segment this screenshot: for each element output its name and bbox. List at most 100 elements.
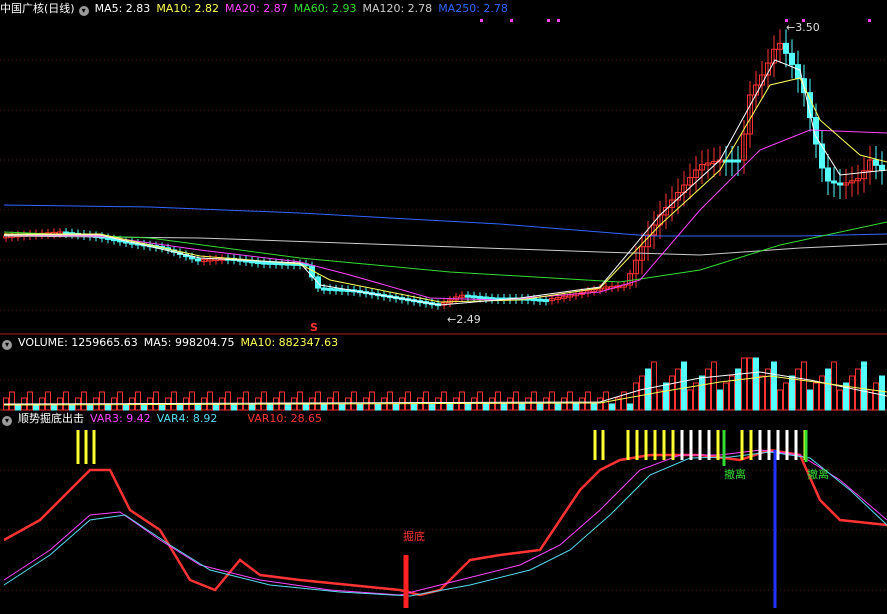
- volume-bar: [519, 403, 525, 411]
- volume-bar: [723, 382, 729, 411]
- volume-bar: [483, 403, 489, 411]
- candle-body: [783, 42, 789, 54]
- candle-body: [879, 164, 885, 172]
- candle-body: [255, 261, 261, 265]
- volume-ma5-value: MA5: 998204.75: [143, 336, 235, 349]
- volume-bar: [411, 403, 417, 411]
- volume-bar: [789, 375, 795, 411]
- volume-bar: [321, 403, 327, 411]
- volume-bar: [333, 391, 339, 411]
- volume-bar: [357, 403, 363, 411]
- volume-bar: [777, 389, 783, 411]
- candle-body: [333, 288, 339, 292]
- candle-body: [789, 52, 795, 66]
- volume-bar: [879, 375, 885, 411]
- volume-bar: [303, 403, 309, 411]
- volume-bar: [507, 397, 513, 411]
- chevron-down-icon[interactable]: ▾: [78, 6, 89, 16]
- candle-body: [825, 167, 831, 182]
- bottom-signal-label: 掘底: [403, 530, 425, 543]
- volume-bar: [573, 403, 579, 411]
- stock-title: 中国广核(日线): [0, 2, 75, 15]
- ma120-value: MA120: 2.78: [362, 2, 433, 15]
- volume-bar: [453, 397, 459, 411]
- indicator-title: 顺势掘底出击: [18, 412, 84, 425]
- volume-bar: [207, 391, 213, 411]
- volume-bar: [609, 403, 615, 411]
- candle-body: [729, 159, 735, 163]
- volume-bar: [567, 391, 573, 411]
- volume-bar: [9, 391, 15, 411]
- candle-body: [477, 295, 483, 299]
- signal-dot: [480, 19, 483, 22]
- volume-bar: [663, 382, 669, 411]
- volume-bar: [225, 391, 231, 411]
- volume-bar: [267, 403, 273, 411]
- volume-bar: [645, 368, 651, 411]
- candle-body: [873, 159, 879, 166]
- candle-body: [483, 296, 489, 300]
- volume-bar: [63, 391, 69, 411]
- volume-bar: [849, 375, 855, 411]
- volume-bar: [45, 391, 51, 411]
- volume-bar: [795, 368, 801, 411]
- volume-bar: [837, 389, 843, 411]
- volume-bar: [549, 391, 555, 411]
- volume-bar: [501, 403, 507, 411]
- volume-bar: [405, 391, 411, 411]
- volume-bar: [681, 361, 687, 411]
- volume-bar: [801, 361, 807, 411]
- volume-bar: [717, 389, 723, 411]
- candle-body: [273, 262, 279, 266]
- candle-body: [831, 180, 837, 184]
- candle-body: [795, 64, 801, 80]
- volume-bar: [813, 382, 819, 411]
- volume-bar: [585, 391, 591, 411]
- signal-dot: [557, 19, 560, 22]
- volume-panel-header: ▾ VOLUME: 1259665.63 MA5: 998204.75 MA10: 8…: [0, 335, 344, 351]
- candle-body: [543, 299, 549, 303]
- volume-bar: [579, 397, 585, 411]
- volume-bar: [783, 382, 789, 411]
- volume-bar: [771, 361, 777, 411]
- stock-chart-canvas[interactable]: [0, 0, 887, 614]
- volume-bar: [231, 403, 237, 411]
- volume-bar: [279, 391, 285, 411]
- signal-mark: S: [310, 321, 318, 334]
- var10-value: VAR10: 28.65: [247, 412, 323, 425]
- volume-bar: [669, 375, 675, 411]
- candle-body: [321, 287, 327, 291]
- volume-bar: [117, 391, 123, 411]
- candle-body: [735, 159, 741, 163]
- volume-bar: [753, 357, 759, 411]
- chevron-down-icon[interactable]: ▾: [2, 340, 12, 350]
- exit-signal-label-2: 撤离: [807, 468, 829, 481]
- ma20-line: [3, 129, 887, 301]
- volume-bar: [27, 391, 33, 411]
- volume-bar: [249, 403, 255, 411]
- indicator-panel-header: ▾ 顺势掘底出击 VAR3: 9.42 VAR4: 8.92 VAR10: 28.65: [0, 411, 328, 427]
- ma10-value: MA10: 2.82: [156, 2, 220, 15]
- volume-bar: [693, 382, 699, 411]
- volume-bar: [297, 391, 303, 411]
- volume-bar: [447, 403, 453, 411]
- candle-body: [537, 298, 543, 302]
- volume-value: VOLUME: 1259665.63: [18, 336, 138, 349]
- volume-bar: [651, 361, 657, 411]
- candle-body: [465, 294, 471, 298]
- volume-bar: [213, 403, 219, 411]
- volume-bar: [765, 368, 771, 411]
- volume-bar: [81, 391, 87, 411]
- volume-bar: [369, 391, 375, 411]
- volume-bar: [351, 391, 357, 411]
- candle-body: [195, 258, 201, 262]
- ma250-value: MA250: 2.78: [438, 2, 508, 15]
- volume-bar: [597, 397, 603, 411]
- volume-bar: [735, 368, 741, 411]
- candle-body: [267, 261, 273, 265]
- volume-bar: [759, 375, 765, 411]
- candle-body: [261, 261, 267, 265]
- volume-bar: [153, 391, 159, 411]
- chevron-down-icon[interactable]: ▾: [2, 416, 12, 426]
- volume-bar: [495, 391, 501, 411]
